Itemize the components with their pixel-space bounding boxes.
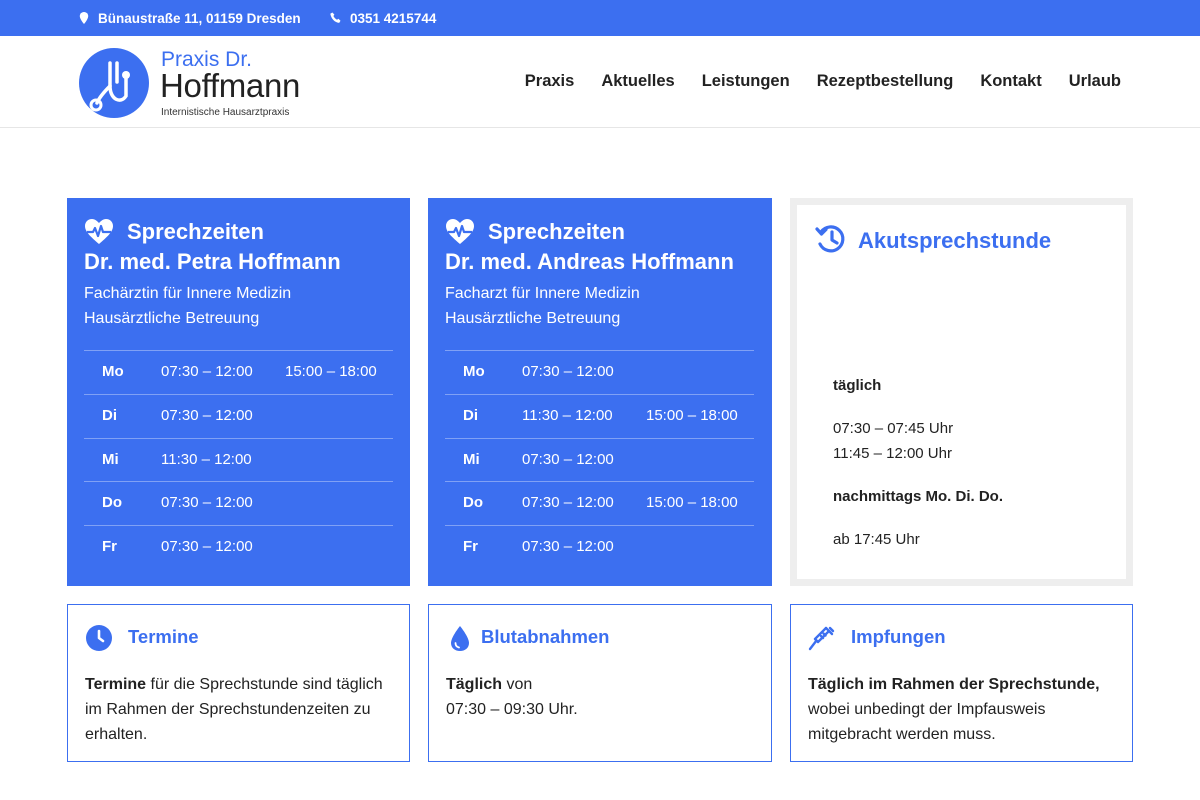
time-slot: 15:00 – 18:00 — [646, 494, 738, 512]
doctor-name: Dr. med. Petra Hoffmann — [84, 249, 341, 274]
time-slot: ab 17:45 Uhr — [833, 531, 920, 548]
nav-rezeptbestellung[interactable]: Rezeptbestellung — [817, 72, 954, 91]
time-slot: 11:30 – 12:00 — [161, 450, 252, 468]
schedule-row: Mi 11:30 – 12:00 — [84, 437, 393, 482]
afternoon-label: nachmittags Mo. Di. Do. — [833, 488, 1004, 505]
history-clock-icon — [815, 225, 845, 253]
schedule-row: Mo 07:30 – 12:00 15:00 – 18:00 — [84, 350, 393, 394]
sprechzeiten-andreas-card: Sprechzeiten Dr. med. Andreas Hoffmann F… — [428, 198, 772, 586]
stethoscope-logo-icon — [79, 48, 149, 118]
clock-icon — [86, 625, 112, 651]
day-label: Di — [102, 406, 117, 424]
time-slot: 11:45 – 12:00 Uhr — [833, 445, 952, 462]
schedule-row: Di 11:30 – 12:00 15:00 – 18:00 — [445, 393, 754, 438]
time-slot: 07:30 – 12:00 — [522, 450, 614, 468]
blutabnahmen-card: Blutabnahmen Täglich von 07:30 – 09:30 Uh… — [428, 604, 772, 762]
phone-text: 0351 4215744 — [350, 10, 437, 26]
body-text: von — [502, 676, 533, 693]
day-label: Do — [463, 494, 483, 512]
site-logo[interactable]: Praxis Dr. Hoffmann Internistische Hausa… — [79, 45, 319, 118]
impfungen-card: Impfungen Täglich im Rahmen der Sprechst… — [790, 604, 1133, 762]
nav-kontakt[interactable]: Kontakt — [980, 72, 1041, 91]
schedule-row: Mi 07:30 – 12:00 — [445, 437, 754, 482]
card-title: Sprechzeiten — [488, 219, 625, 244]
emphasis-text: Termine — [85, 676, 147, 693]
phone-info[interactable]: 0351 4215744 — [330, 0, 436, 36]
time-slot: 07:30 – 12:00 — [161, 363, 253, 380]
day-label: Fr — [463, 538, 478, 556]
nav-praxis[interactable]: Praxis — [525, 72, 575, 91]
daily-label: täglich — [833, 377, 882, 394]
card-title: Termine — [128, 626, 199, 647]
day-label: Mi — [102, 450, 119, 468]
sprechzeiten-petra-card: Sprechzeiten Dr. med. Petra Hoffmann Fac… — [67, 198, 410, 586]
address-text: Bünaustraße 11, 01159 Dresden — [98, 10, 301, 26]
time-slot: 07:30 – 12:00 — [522, 494, 614, 512]
day-label: Mo — [463, 363, 485, 380]
card-text: Täglich im Rahmen der Sprechstunde, wobe… — [808, 672, 1118, 747]
care-text: Hausärztliche Betreuung — [84, 310, 260, 327]
time-slot: 07:30 – 12:00 — [522, 538, 614, 556]
time-slot: 07:30 – 12:00 — [161, 494, 253, 512]
card-title: Akutsprechstunde — [858, 228, 1052, 253]
nav-leistungen[interactable]: Leistungen — [702, 72, 790, 91]
heartbeat-icon — [446, 219, 474, 244]
schedule-table: Mo 07:30 – 12:00 15:00 – 18:00 Di 07:30 – 1… — [84, 350, 393, 569]
schedule-row: Mo 07:30 – 12:00 — [445, 350, 754, 394]
card-title: Impfungen — [851, 626, 946, 647]
schedule-row: Do 07:30 – 12:00 15:00 – 18:00 — [445, 481, 754, 525]
schedule-row: Fr 07:30 – 12:00 — [445, 525, 754, 569]
schedule-table: Mo 07:30 – 12:00 Di 11:30 – 12:00 15:00 – 1… — [445, 350, 754, 569]
day-label: Mi — [463, 450, 480, 468]
time-slot: 07:30 – 12:00 — [161, 406, 253, 424]
site-header: Praxis Dr. Hoffmann Internistische Hausa… — [0, 36, 1200, 128]
time-slot: 07:30 – 12:00 — [522, 363, 614, 380]
schedule-row: Do 07:30 – 12:00 — [84, 481, 393, 525]
time-slot: 07:30 – 07:45 Uhr — [833, 420, 954, 437]
akutsprechstunde-card: Akutsprechstunde täglich 07:30 – 07:45 U… — [790, 198, 1133, 586]
blood-drop-icon — [451, 626, 469, 651]
day-label: Do — [102, 494, 122, 512]
nav-urlaub[interactable]: Urlaub — [1069, 72, 1121, 91]
care-text: Hausärztliche Betreuung — [445, 310, 621, 327]
address-info[interactable]: Bünaustraße 11, 01159 Dresden — [78, 0, 301, 36]
body-text: wobei unbedingt der Impfausweis mitgebra… — [808, 701, 1046, 743]
main-nav: Praxis Aktuelles Leistungen Rezeptbestel… — [525, 72, 1121, 91]
heartbeat-icon — [85, 219, 113, 244]
schedule-row: Fr 07:30 – 12:00 — [84, 525, 393, 569]
day-label: Di — [463, 406, 478, 424]
day-label: Mo — [102, 363, 124, 380]
schedule-row: Di 07:30 – 12:00 — [84, 393, 393, 438]
time-slot: 15:00 – 18:00 — [646, 406, 738, 424]
specialty-text: Facharzt für Innere Medizin — [445, 285, 640, 302]
card-text: Täglich von 07:30 – 09:30 Uhr. — [446, 672, 746, 722]
time-slot: 07:30 – 12:00 — [161, 538, 253, 556]
location-pin-icon — [79, 12, 89, 24]
card-text: Termine für die Sprechstunde sind täglic… — [85, 672, 385, 747]
emphasis-text: Täglich — [446, 676, 503, 693]
termine-card: Termine Termine für die Sprechstunde sin… — [67, 604, 410, 762]
logo-line-2: Hoffmann — [160, 67, 301, 104]
top-info-bar: Bünaustraße 11, 01159 Dresden 0351 42157… — [0, 0, 1200, 36]
nav-aktuelles[interactable]: Aktuelles — [601, 72, 674, 91]
doctor-name: Dr. med. Andreas Hoffmann — [445, 249, 734, 274]
time-slot: 15:00 – 18:00 — [285, 363, 377, 380]
emphasis-text: Täglich im Rahmen der Sprechstunde, — [808, 676, 1100, 693]
phone-icon — [330, 12, 341, 23]
specialty-text: Fachärztin für Innere Medizin — [84, 285, 292, 302]
card-title: Blutabnahmen — [481, 626, 610, 647]
logo-tagline: Internistische Hausarztpraxis — [161, 107, 290, 118]
card-title: Sprechzeiten — [127, 219, 264, 244]
day-label: Fr — [102, 538, 117, 556]
time-slot: 11:30 – 12:00 — [522, 406, 613, 424]
time-text: 07:30 – 09:30 Uhr. — [446, 701, 578, 718]
syringe-icon — [808, 626, 835, 651]
